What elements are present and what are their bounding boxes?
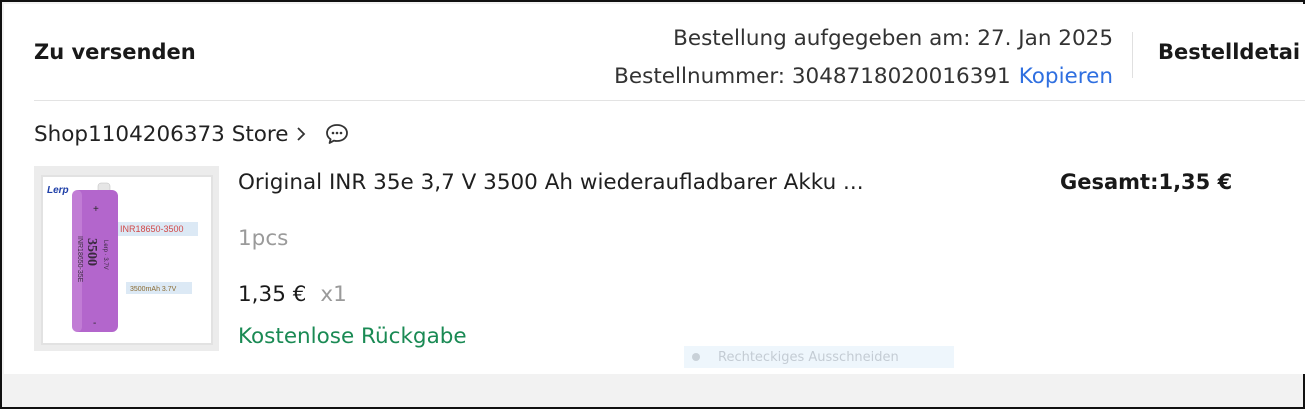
copy-order-number-link[interactable]: Kopieren bbox=[1019, 64, 1113, 89]
free-return-label: Kostenlose Rückgabe bbox=[238, 324, 467, 349]
product-price: 1,35 € bbox=[238, 282, 307, 307]
order-info: Bestellung aufgegeben am: 27. Jan 2025 B… bbox=[614, 20, 1113, 96]
order-date: Bestellung aufgegeben am: 27. Jan 2025 bbox=[673, 26, 1113, 51]
header-separator bbox=[34, 100, 1305, 101]
radio-dot-icon[interactable] bbox=[692, 353, 700, 361]
svg-text:Lerp · 3.7V: Lerp · 3.7V bbox=[102, 240, 108, 270]
order-number-row: Bestellnummer: 3048718020016391 Kopieren bbox=[614, 58, 1113, 96]
store-name-link[interactable]: Shop1104206373 Store bbox=[34, 122, 289, 147]
window-frame: Zu versenden Bestellung aufgegeben am: 2… bbox=[0, 0, 1305, 409]
svg-text:INR18650-35E: INR18650-35E bbox=[76, 236, 83, 283]
chevron-right-icon[interactable] bbox=[295, 125, 309, 143]
order-number: Bestellnummer: 3048718020016391 bbox=[614, 64, 1011, 89]
chat-bubble-icon[interactable] bbox=[325, 123, 349, 145]
product-quantity: x1 bbox=[320, 282, 347, 307]
product-title-link[interactable]: Original INR 35e 3,7 V 3500 Ah wiederauf… bbox=[238, 170, 864, 195]
capacity-tag-text: 3500mAh 3.7V bbox=[130, 286, 177, 293]
brand-logo: Lerp bbox=[47, 185, 69, 196]
product-variant: 1pcs bbox=[238, 226, 289, 251]
svg-text:-: - bbox=[93, 318, 96, 329]
order-status: Zu versenden bbox=[34, 40, 196, 64]
snipping-tool-overlay[interactable]: Rechteckiges Ausschneiden bbox=[684, 346, 954, 368]
order-details-link[interactable]: Bestelldetai bbox=[1158, 40, 1300, 64]
order-total: Gesamt:1,35 € bbox=[1060, 170, 1233, 194]
snip-mode-label: Rechteckiges Ausschneiden bbox=[718, 349, 899, 365]
model-tag-text: INR18650-3500 bbox=[120, 224, 184, 234]
header-divider bbox=[1132, 32, 1133, 78]
store-row: Shop1104206373 Store bbox=[34, 118, 349, 150]
product-image[interactable]: Lerp + - 3500 Lerp · 3.7V INR18650-35E I… bbox=[34, 166, 219, 351]
order-card: Zu versenden Bestellung aufgegeben am: 2… bbox=[4, 4, 1305, 374]
cell-capacity-text: 3500 bbox=[84, 238, 99, 266]
svg-text:+: + bbox=[93, 204, 99, 215]
price-row: 1,35 € x1 bbox=[238, 282, 347, 307]
